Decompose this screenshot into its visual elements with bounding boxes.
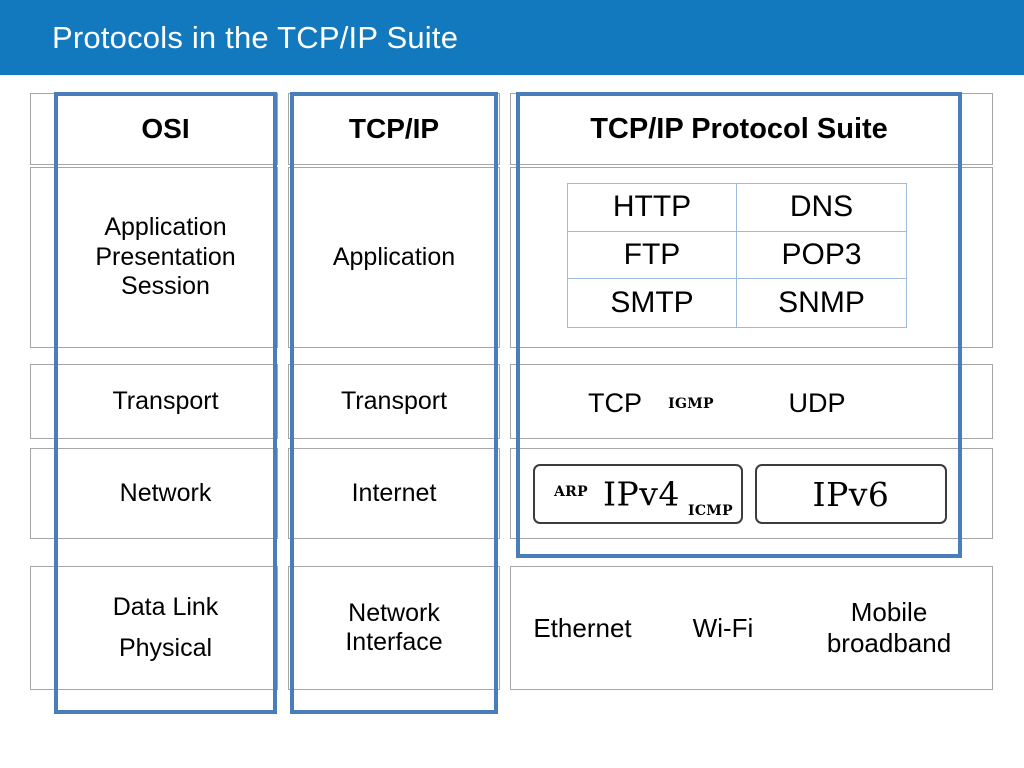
protocol-label-icmp: ICMP <box>688 503 733 519</box>
osi-line-session: Session <box>121 272 210 301</box>
mobile-broadband-line1: Mobile <box>850 597 928 628</box>
protocol-cell-ftp: FTP <box>568 231 737 280</box>
protocol-label-wifi: Wi-Fi <box>692 612 754 643</box>
protocol-label-ipv4: IPv4 <box>603 474 680 514</box>
tcpip-line-interface: Interface <box>345 628 443 656</box>
tcpip-layer-transport: Transport <box>340 386 448 415</box>
osi-layer-network: Network <box>119 478 212 507</box>
column-header-osi: OSI <box>141 113 190 145</box>
tcpip-layer-internet: Internet <box>351 478 437 507</box>
tcpip-layer-application: Application <box>332 242 456 271</box>
mobile-broadband-line2: broadband <box>826 628 952 658</box>
osi-line-physical: Physical <box>118 634 213 662</box>
osi-line-presentation: Presentation <box>95 242 236 271</box>
application-protocol-table: HTTP DNS FTP POP3 SMTP SNMP <box>567 183 907 328</box>
protocol-label-arp: ARP <box>554 484 588 500</box>
protocol-label-ethernet: Ethernet <box>533 612 632 643</box>
protocol-label-mobile-broadband: Mobile broadband <box>785 580 993 676</box>
protocol-cell-pop3: POP3 <box>737 232 906 280</box>
tcpip-line-network: Network <box>348 598 440 627</box>
osi-line-application: Application <box>104 213 227 242</box>
protocol-label-udp: UDP <box>788 388 846 419</box>
column-header-suite: TCP/IP Protocol Suite <box>590 112 888 145</box>
osi-line-data-link: Data Link <box>112 592 219 621</box>
protocol-label-tcp: TCP <box>588 388 642 419</box>
protocol-cell-snmp: SNMP <box>778 286 865 320</box>
slide-body: OSI TCP/IP TCP/IP Protocol Suite Applica… <box>0 75 1024 768</box>
osi-layer-datalink-physical: Data Link Physical <box>54 566 277 690</box>
protocol-box-ipv6: IPv6 <box>755 464 947 524</box>
protocol-label-ipv6: IPv6 <box>812 474 890 514</box>
protocol-cell-smtp: SMTP <box>568 279 737 327</box>
protocol-box-ipv4: ARP IPv4 ICMP <box>533 464 743 524</box>
page-title: Protocols in the TCP/IP Suite <box>52 19 459 55</box>
tcpip-layer-network-interface: Network Interface <box>290 566 498 690</box>
osi-layer-transport: Transport <box>112 386 219 415</box>
protocol-cell-dns: DNS <box>737 184 906 232</box>
protocol-label-igmp: IGMP <box>668 395 714 412</box>
column-header-tcpip: TCP/IP <box>348 113 440 145</box>
slide-title-bar: Protocols in the TCP/IP Suite <box>0 0 1024 75</box>
osi-layer-application-presentation-session: Application Presentation Session <box>54 167 277 348</box>
protocol-cell-http: HTTP <box>568 184 737 232</box>
